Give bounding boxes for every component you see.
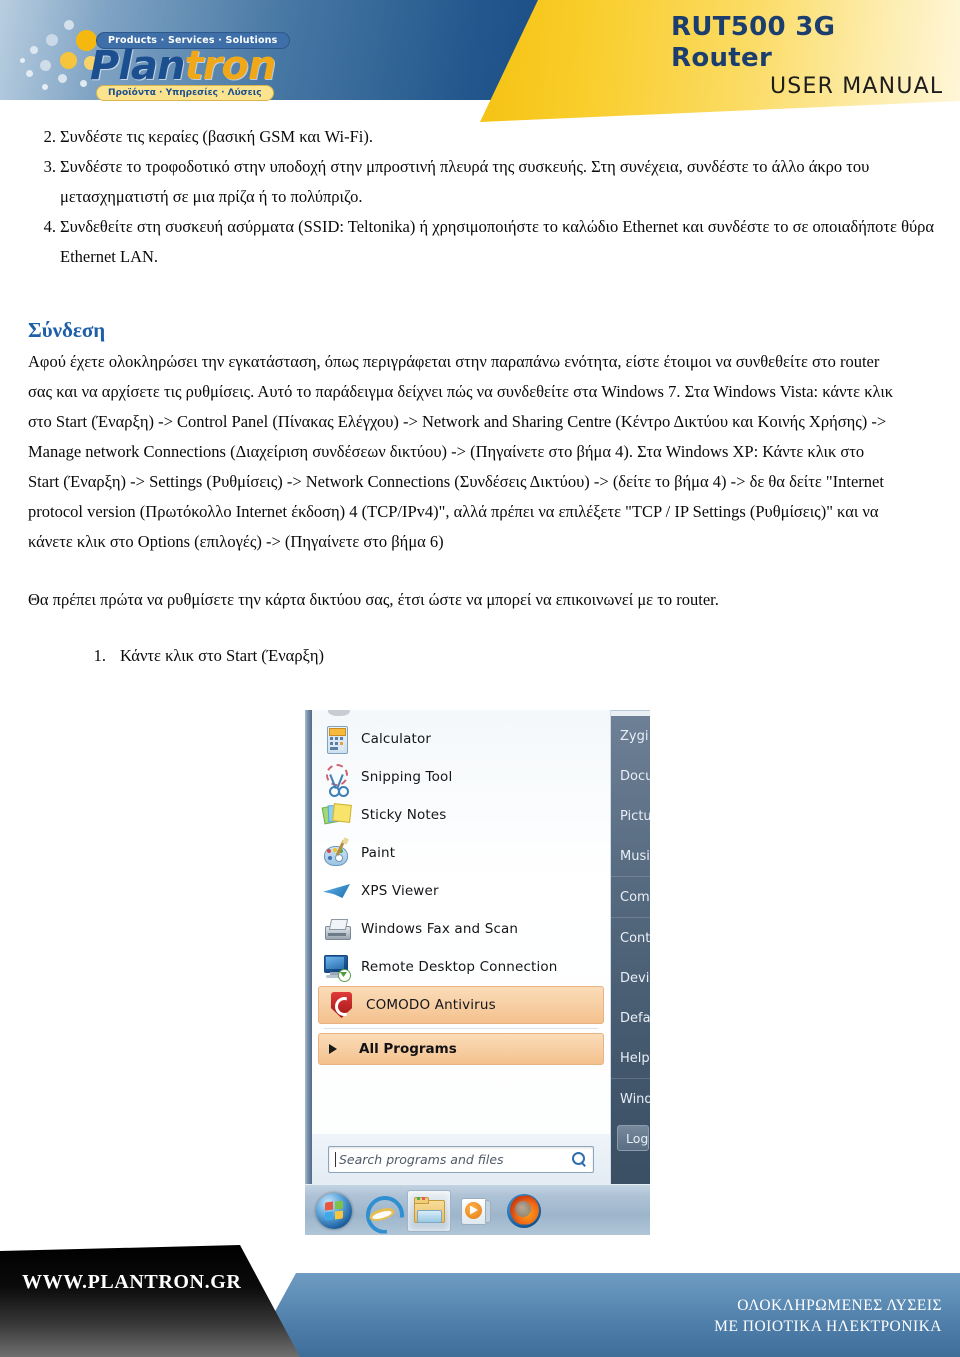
right-menu-item-help-support[interactable]: Help: [611, 1038, 650, 1078]
right-menu-item-control-panel[interactable]: Cont: [611, 917, 650, 958]
start-menu-item-snipping-tool[interactable]: Snipping Tool: [312, 758, 610, 797]
page-header: Products · Services · Solutions Plantron…: [0, 0, 960, 122]
substeps-list: 1. Κάντε κλικ στο Start (Έναρξη): [0, 641, 960, 671]
windows-taskbar: [305, 1184, 650, 1235]
start-menu-item-label: Snipping Tool: [361, 769, 453, 785]
start-menu-item-label: Paint: [361, 845, 396, 861]
section-heading: Σύνδεση: [28, 318, 106, 342]
comodo-shield-icon: [327, 990, 357, 1020]
plantron-logo: Products · Services · Solutions Plantron…: [18, 12, 378, 104]
list-item-text: Συνδέστε τις κεραίες (βασική GSM και Wi-…: [60, 127, 373, 146]
start-menu-item-xps-viewer[interactable]: XPS Viewer: [312, 872, 610, 910]
document-type-label: USER MANUAL: [770, 74, 944, 99]
start-menu-item-remote-desktop-connection[interactable]: Remote Desktop Connection: [312, 948, 610, 986]
xps-viewer-icon: [322, 876, 352, 906]
start-menu-item-comodo-antivirus[interactable]: COMODO Antivirus: [318, 986, 604, 1024]
list-item-number: 1.: [93, 646, 106, 665]
start-menu-item-label: Calculator: [361, 731, 432, 747]
right-menu-item-computer[interactable]: Com: [611, 876, 650, 917]
list-item-text: Συνδέστε το τροφοδοτικό στην υποδοχή στη…: [60, 157, 870, 206]
fax-scan-icon: [322, 914, 352, 944]
search-icon: [572, 1151, 587, 1167]
page-footer: WWW.PLANTRON.GR ΟΛΟΚΛΗΡΩΜΕΝΕΣ ΛΥΣΕΙΣ ΜΕ …: [0, 1245, 960, 1357]
product-title-line2: Router: [671, 43, 773, 73]
logo-brand-tron: tron: [184, 43, 277, 89]
start-menu-screenshot: Calculator Snipping Tool Sticky Notes Pa…: [305, 710, 650, 1235]
logo-brand-plan: Plan: [90, 43, 185, 89]
start-menu-item-label: Remote Desktop Connection: [361, 959, 558, 975]
footer-black-shape: [0, 1245, 300, 1357]
internet-explorer-icon[interactable]: [360, 1191, 404, 1234]
start-menu-left-pane: Calculator Snipping Tool Sticky Notes Pa…: [312, 710, 611, 1134]
firefox-icon[interactable]: [503, 1191, 545, 1231]
search-placeholder: Search programs and files: [339, 1151, 504, 1167]
start-menu-item-windows-fax-and-scan[interactable]: Windows Fax and Scan: [312, 910, 610, 948]
list-item: 2. Συνδέστε τις κεραίες (βασική GSM και …: [0, 122, 960, 152]
section-paragraph-2: Θα πρέπει πρώτα να ρυθμίσετε την κάρτα δ…: [28, 590, 719, 609]
start-menu-item-paint[interactable]: Paint: [312, 834, 610, 872]
product-title-line1: RUT500 3G: [671, 12, 836, 42]
right-menu-item-user[interactable]: Zygi: [611, 716, 650, 756]
footer-slogan: ΟΛΟΚΛΗΡΩΜΕΝΕΣ ΛΥΣΕΙΣ ΜΕ ΠΟΙΟΤΙΚΑ ΗΛΕΚΤΡΟ…: [714, 1295, 942, 1337]
right-menu-item-devices[interactable]: Devi: [611, 958, 650, 998]
start-menu-item-sticky-notes[interactable]: Sticky Notes: [312, 796, 610, 834]
calculator-icon: [322, 724, 352, 754]
right-menu-item-pictures[interactable]: Pictu: [611, 796, 650, 836]
windows-explorer-icon[interactable]: [407, 1189, 451, 1232]
start-menu-left-edge: [305, 710, 312, 1206]
chevron-right-icon: [329, 1044, 337, 1054]
document-body: 2. Συνδέστε τις κεραίες (βασική GSM και …: [0, 122, 960, 671]
remote-desktop-icon: [322, 952, 352, 982]
start-menu-item-label: XPS Viewer: [361, 883, 439, 899]
start-menu-item-label: Windows Fax and Scan: [361, 921, 519, 937]
logo-brandmark: Plantron: [90, 43, 277, 89]
right-menu-item-documents[interactable]: Docu: [611, 756, 650, 796]
logo-tagline-el: Προϊόντα · Υπηρεσίες · Λύσεις: [96, 85, 274, 101]
setup-steps-list: 2. Συνδέστε τις κεραίες (βασική GSM και …: [0, 122, 960, 272]
list-item: 1. Κάντε κλικ στο Start (Έναρξη): [0, 641, 960, 671]
search-input[interactable]: Search programs and files: [328, 1145, 594, 1173]
start-menu-right-pane: Zygi Docu Pictu Musi Com Cont Devi Defa …: [611, 716, 650, 1184]
all-programs-button[interactable]: All Programs: [318, 1033, 604, 1065]
list-item-number: 3.: [43, 157, 56, 176]
start-menu-item-label: Sticky Notes: [361, 807, 447, 823]
start-menu-search-row: Search programs and files: [312, 1134, 611, 1184]
all-programs-label: All Programs: [359, 1041, 457, 1057]
list-item-text: Κάντε κλικ στο Start (Έναρξη): [120, 646, 325, 665]
windows-media-player-icon[interactable]: [456, 1191, 498, 1231]
clipped-top-icon: [312, 710, 610, 720]
footer-slogan-line2: ΜΕ ΠΟΙΟΤΙΚΑ ΗΛΕΚΤΡΟΝΙΚΑ: [714, 1318, 942, 1335]
logoff-button[interactable]: Log: [617, 1125, 649, 1151]
list-item: 4. Συνδεθείτε στη συσκευή ασύρματα (SSID…: [0, 212, 960, 272]
text-caret: [335, 1151, 336, 1167]
footer-slogan-line1: ΟΛΟΚΛΗΡΩΜΕΝΕΣ ΛΥΣΕΙΣ: [737, 1297, 942, 1314]
start-menu-item-label: COMODO Antivirus: [366, 997, 496, 1013]
start-orb-icon[interactable]: [313, 1191, 355, 1231]
list-item: 3. Συνδέστε το τροφοδοτικό στην υποδοχή …: [0, 152, 960, 212]
list-item-number: 2.: [43, 127, 56, 146]
product-title: RUT500 3G Router: [671, 12, 835, 74]
right-menu-item-windows[interactable]: Wind: [611, 1078, 650, 1119]
sticky-notes-icon: [321, 800, 352, 830]
scissors-icon: [322, 762, 352, 797]
start-menu-item-calculator[interactable]: Calculator: [312, 720, 610, 758]
list-item-number: 4.: [43, 217, 56, 236]
start-menu-divider: [324, 1028, 598, 1029]
paint-palette-icon: [322, 837, 352, 868]
right-menu-item-music[interactable]: Musi: [611, 836, 650, 876]
list-item-text: Συνδεθείτε στη συσκευή ασύρματα (SSID: T…: [60, 217, 935, 266]
section-paragraph-1: Αφού έχετε ολοκληρώσει την εγκατάσταση, …: [28, 352, 894, 551]
right-menu-item-default-programs[interactable]: Defa: [611, 998, 650, 1038]
footer-website-url: WWW.PLANTRON.GR: [22, 1271, 242, 1293]
